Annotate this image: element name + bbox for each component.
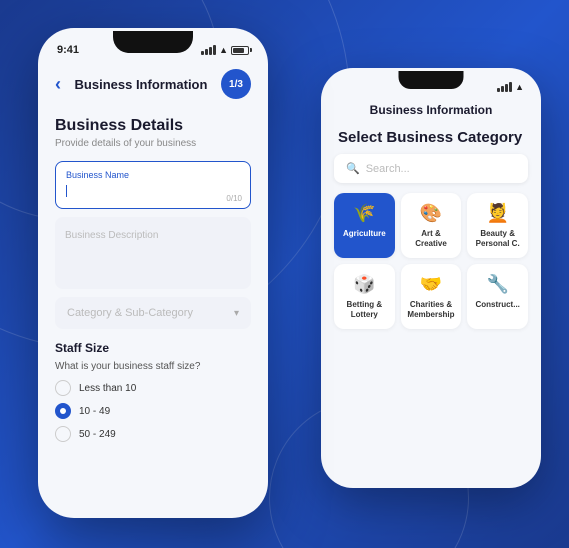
- step-badge: 1/3: [221, 69, 251, 99]
- category-construction[interactable]: 🔧 Construct...: [467, 264, 528, 329]
- header-title: Business Information: [75, 77, 208, 92]
- phone-secondary-inner: ▲ Business Information Select Business C…: [324, 71, 538, 485]
- back-button[interactable]: ‹: [55, 74, 61, 95]
- char-counter: 0/10: [226, 194, 242, 203]
- business-description-field[interactable]: Business Description: [55, 217, 251, 289]
- radio-label-3: 50 - 249: [79, 429, 116, 440]
- art-creative-icon: 🎨: [420, 203, 442, 224]
- dropdown-placeholder: Category & Sub-Category: [67, 307, 193, 319]
- business-name-field[interactable]: Business Name 0/10: [55, 161, 251, 209]
- status-time: 9:41: [57, 44, 79, 56]
- wifi-icon-small: ▲: [515, 82, 524, 92]
- beauty-label: Beauty & Personal C.: [473, 229, 522, 248]
- category-dropdown[interactable]: Category & Sub-Category ▾: [55, 297, 251, 329]
- staff-question: What is your business staff size?: [55, 361, 251, 372]
- signal-bar-4: [509, 82, 512, 92]
- radio-option-10-49[interactable]: 10 - 49: [55, 403, 251, 419]
- radio-label-1: Less than 10: [79, 383, 136, 394]
- phone-content: Business Details Provide details of your…: [41, 107, 265, 459]
- signal-bar-m4: [213, 45, 216, 55]
- betting-label: Betting & Lottery: [340, 300, 389, 319]
- agriculture-label: Agriculture: [343, 229, 386, 239]
- category-agriculture[interactable]: 🌾 Agriculture: [334, 193, 395, 258]
- radio-outer-3: [55, 426, 71, 442]
- art-creative-label: Art & Creative: [407, 229, 456, 248]
- radio-outer-1: [55, 380, 71, 396]
- radio-outer-2: [55, 403, 71, 419]
- category-beauty[interactable]: 💆 Beauty & Personal C.: [467, 193, 528, 258]
- phone-secondary: ▲ Business Information Select Business C…: [321, 68, 541, 488]
- search-icon: 🔍: [346, 162, 360, 175]
- radio-option-50-249[interactable]: 50 - 249: [55, 426, 251, 442]
- category-charities[interactable]: 🤝 Charities & Membership: [401, 264, 462, 329]
- signal-bar-m2: [205, 49, 208, 55]
- text-cursor: [66, 185, 67, 197]
- secondary-header-title: Business Information: [324, 97, 538, 125]
- agriculture-icon: 🌾: [353, 203, 375, 224]
- description-placeholder: Business Description: [65, 230, 158, 241]
- categories-grid: 🌾 Agriculture 🎨 Art & Creative 💆 Beauty …: [324, 193, 538, 329]
- signal-bar-2: [501, 86, 504, 92]
- wifi-icon-main: ▲: [219, 45, 228, 55]
- category-betting[interactable]: 🎲 Betting & Lottery: [334, 264, 395, 329]
- construction-icon: 🔧: [486, 274, 508, 295]
- battery-icon: [231, 46, 249, 55]
- search-input-placeholder: Search...: [366, 163, 410, 175]
- notch-small: [399, 71, 464, 89]
- radio-option-less-10[interactable]: Less than 10: [55, 380, 251, 396]
- chevron-down-icon: ▾: [234, 308, 239, 319]
- battery-fill: [233, 48, 244, 53]
- signal-bars-main: [201, 45, 216, 55]
- signal-bars-small: [497, 82, 512, 92]
- category-section-title: Select Business Category: [324, 125, 538, 154]
- betting-icon: 🎲: [353, 274, 375, 295]
- staff-size-title: Staff Size: [55, 341, 251, 355]
- radio-label-2: 10 - 49: [79, 406, 110, 417]
- notch-main: [113, 31, 193, 53]
- section-subtitle: Provide details of your business: [55, 138, 251, 149]
- status-icons-main: ▲: [201, 45, 249, 55]
- search-bar[interactable]: 🔍 Search...: [334, 154, 528, 183]
- phone-header: ‹ Business Information 1/3: [41, 61, 265, 107]
- category-art-creative[interactable]: 🎨 Art & Creative: [401, 193, 462, 258]
- phone-main: 9:41 ▲ ‹ Business Information 1/3: [38, 28, 268, 518]
- section-title: Business Details: [55, 117, 251, 135]
- beauty-icon: 💆: [486, 203, 508, 224]
- radio-inner-2: [60, 408, 66, 414]
- signal-bar-m1: [201, 51, 204, 55]
- signal-bar-m3: [209, 47, 212, 55]
- charities-label: Charities & Membership: [407, 300, 456, 319]
- signal-bar-3: [505, 84, 508, 92]
- charities-icon: 🤝: [420, 274, 442, 295]
- phone-main-inner: 9:41 ▲ ‹ Business Information 1/3: [41, 31, 265, 515]
- construction-label: Construct...: [475, 300, 519, 310]
- signal-bar-1: [497, 88, 500, 92]
- status-icons-small: ▲: [497, 82, 524, 92]
- business-name-label: Business Name: [66, 170, 240, 180]
